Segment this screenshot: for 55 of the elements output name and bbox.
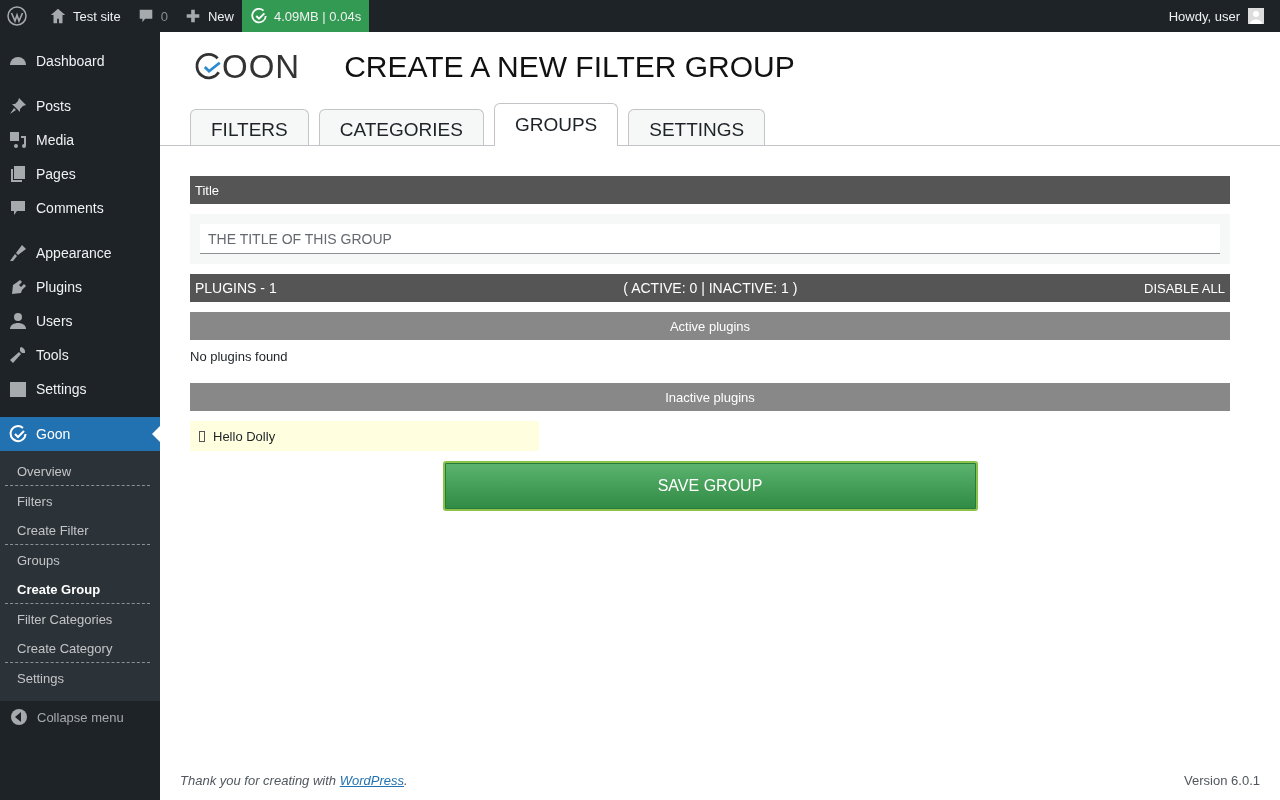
avatar-icon [1248, 8, 1264, 24]
title-input-field[interactable]: THE TITLE OF THIS GROUP [200, 224, 1220, 254]
check-circle-icon [249, 7, 268, 25]
placeholder-square-icon [199, 430, 205, 442]
account-link[interactable]: Howdy, user [1160, 0, 1272, 32]
section-header: Title [190, 176, 1230, 204]
nav-tab[interactable]: CATEGORIES [318, 109, 484, 145]
submenu-item[interactable]: Create Category [5, 634, 150, 663]
wrench-icon [8, 345, 28, 365]
submenu-item[interactable]: Groups [5, 546, 150, 574]
menu-item[interactable]: Dashboard [0, 44, 160, 78]
collapse-menu-button[interactable]: Collapse menu [0, 701, 160, 733]
nav-tab[interactable]: SETTINGS [628, 109, 766, 145]
submenu-item[interactable]: Create Filter [5, 516, 150, 545]
nav-tab[interactable]: FILTERS [190, 109, 309, 145]
inactive-plugins-header: Inactive plugins [190, 383, 1230, 411]
brush-icon [8, 243, 28, 263]
plugin-summary: ( ACTIVE: 0 | INACTIVE: 1 ) [623, 280, 798, 296]
plugin-count: PLUGINS - 1 [195, 280, 277, 296]
menu-item[interactable]: Users [0, 304, 160, 338]
empty-message: No plugins found [190, 348, 289, 366]
submenu-item[interactable]: Filter Categories [5, 605, 150, 633]
submenu-item[interactable]: Settings [5, 664, 150, 692]
footer-text: Thank you for creating with WordPress. [180, 773, 408, 788]
wordpress-link[interactable]: WordPress [339, 773, 404, 788]
version-text: Version 6.0.1 [1184, 773, 1260, 788]
logo-text: OON [222, 48, 301, 86]
new-link[interactable]: New [175, 0, 242, 32]
menu-item[interactable]: Goon [0, 417, 160, 451]
site-link[interactable]: Test site [41, 0, 129, 32]
check-circle-icon [8, 424, 28, 444]
nav-tab[interactable]: GROUPS [493, 103, 619, 146]
wordpress-logo-icon[interactable] [7, 6, 27, 26]
pages-icon [8, 164, 28, 184]
submenu-item[interactable]: Filters [5, 487, 150, 515]
menu-item[interactable]: Posts [0, 89, 160, 123]
submenu-item[interactable]: Overview [5, 457, 150, 486]
home-icon [49, 7, 67, 25]
comments-link[interactable]: 0 [128, 0, 176, 32]
menu-item[interactable]: Settings [0, 372, 160, 406]
menu-item[interactable]: Pages [0, 157, 160, 191]
pin-icon [8, 96, 28, 116]
person-icon [8, 311, 28, 331]
menu-item[interactable]: Plugins [0, 270, 160, 304]
plugin-row[interactable]: Hello Dolly [190, 421, 539, 451]
submenu-item[interactable]: Create Group [5, 575, 150, 604]
menu-item[interactable]: Tools [0, 338, 160, 372]
media-icon [8, 130, 28, 150]
menu-item[interactable]: Media [0, 123, 160, 157]
plugin-name: Hello Dolly [213, 428, 276, 444]
active-plugins-header: Active plugins [190, 312, 1230, 340]
disable-all-link[interactable]: DISABLE ALL [1144, 280, 1225, 296]
page-title: CREATE A NEW FILTER GROUP [344, 50, 795, 84]
menu-item[interactable]: Comments [0, 191, 160, 225]
menu-item[interactable]: Appearance [0, 236, 160, 270]
